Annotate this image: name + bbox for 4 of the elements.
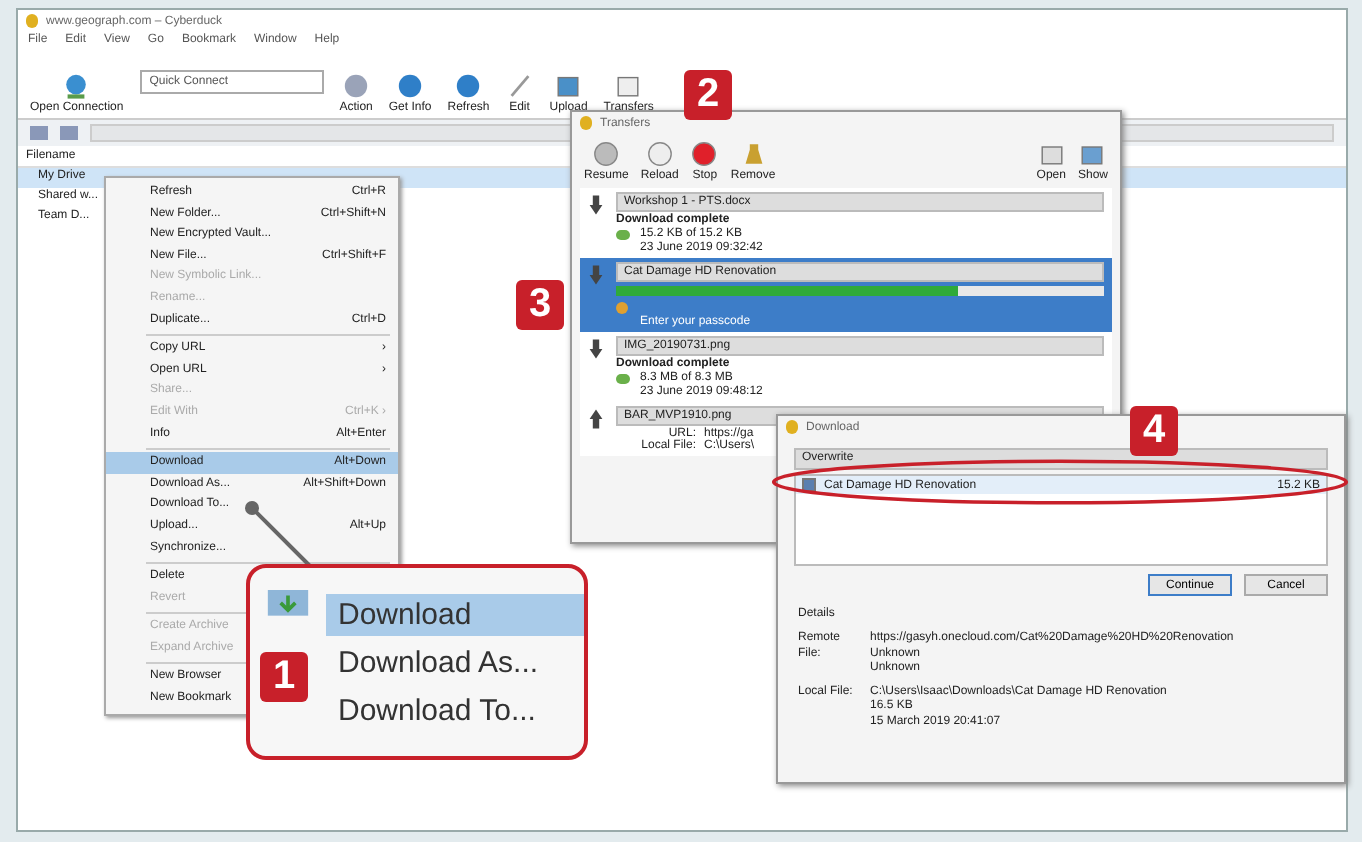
step-badge: 1 bbox=[260, 652, 308, 702]
step-badge: 2 bbox=[684, 70, 732, 120]
step-badge: 4 bbox=[1130, 406, 1178, 456]
step-badge: 3 bbox=[516, 280, 564, 330]
